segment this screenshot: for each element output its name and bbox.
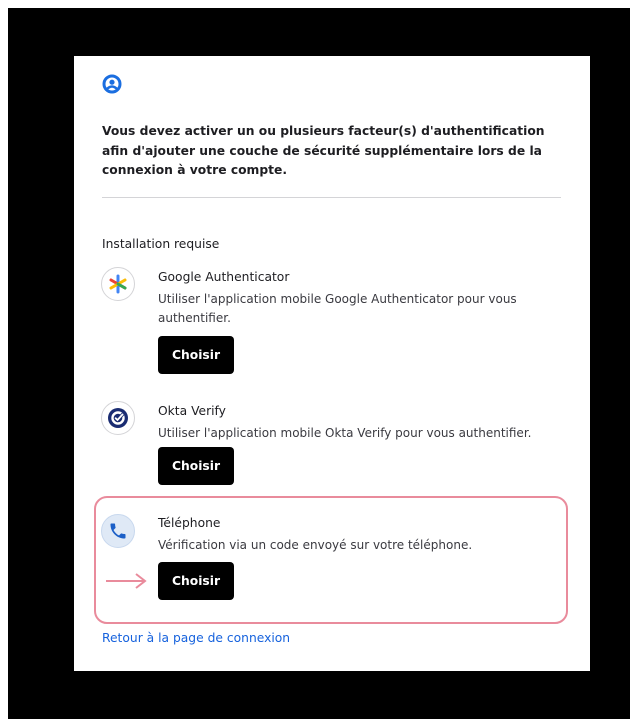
okta-verify-icon: [101, 401, 135, 435]
google-authenticator-name: Google Authenticator: [158, 270, 290, 284]
choose-phone-button[interactable]: Choisir: [158, 562, 234, 600]
google-authenticator-icon: [101, 267, 135, 301]
choose-google-authenticator-button[interactable]: Choisir: [158, 336, 234, 374]
okta-verify-description: Utiliser l'application mobile Okta Verif…: [158, 426, 532, 440]
phone-description: Vérification via un code envoyé sur votr…: [158, 538, 473, 552]
phone-name: Téléphone: [158, 516, 221, 530]
intro-text: Vous devez activer un ou plusieurs facte…: [102, 124, 545, 177]
user-icon: [102, 74, 122, 94]
okta-verify-name: Okta Verify: [158, 404, 226, 418]
back-to-login-link[interactable]: Retour à la page de connexion: [102, 631, 290, 645]
choose-okta-verify-button[interactable]: Choisir: [158, 447, 234, 485]
arrow-right-icon: [106, 573, 147, 589]
google-authenticator-description: Utiliser l'application mobile Google Aut…: [158, 292, 517, 325]
section-title: Installation requise: [102, 237, 220, 251]
divider: [102, 197, 561, 198]
phone-icon: [101, 514, 135, 548]
